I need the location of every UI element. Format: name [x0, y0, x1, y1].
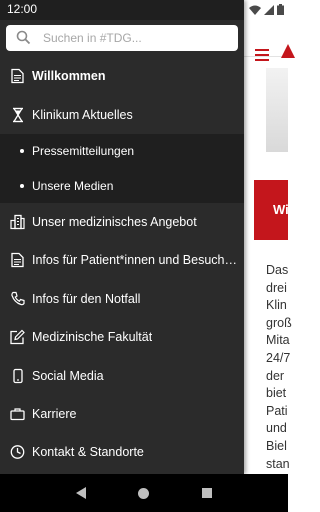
menu-item-klinikum-aktuelles[interactable]: Klinikum Aktuelles: [0, 95, 244, 133]
menu-item-label: Medizinische Fakultät: [32, 330, 153, 345]
menu-item-medizinische-fakultaet[interactable]: Medizinische Fakultät: [0, 318, 244, 356]
hero-image: [266, 68, 288, 152]
menu-item-willkommen[interactable]: Willkommen: [0, 57, 244, 95]
battery-icon: [277, 4, 284, 15]
building-icon: [10, 214, 25, 230]
submenu-item-pressemitteilungen[interactable]: Pressemitteilungen: [0, 133, 244, 169]
menu-item-label: Karriere: [32, 406, 77, 421]
menu-item-label: Unser medizinisches Angebot: [32, 214, 197, 229]
document-icon: [10, 253, 25, 268]
menu-item-label: Klinikum Aktuelles: [32, 107, 133, 122]
status-icons: [249, 4, 284, 15]
menu-item-label: Unsere Medien: [32, 178, 114, 193]
menu-item-kontakt-standorte[interactable]: Kontakt & Standorte: [0, 433, 244, 471]
menu-item-label: Pressemitteilungen: [32, 144, 135, 159]
logo-icon: [281, 44, 295, 58]
smartphone-icon: [10, 368, 25, 383]
back-icon[interactable]: [76, 487, 87, 499]
clock-icon: [10, 445, 25, 460]
edit-icon: [10, 329, 25, 345]
menu-item-infos-patienten[interactable]: Infos für Patient*innen und Besucher*inn…: [0, 241, 244, 279]
search-icon: [16, 30, 31, 45]
drawer-menu: Willkommen Klinikum Aktuelles Pressemitt…: [0, 57, 244, 472]
menu-item-karriere[interactable]: Karriere: [0, 395, 244, 433]
briefcase-icon: [10, 406, 25, 421]
search-placeholder: Suchen in #TDG...: [43, 31, 142, 45]
menu-item-label: Willkommen: [32, 69, 106, 84]
menu-item-medizinisches-angebot[interactable]: Unser medizinisches Angebot: [0, 203, 244, 241]
welcome-banner: Wi: [254, 180, 288, 240]
submenu-item-unsere-medien[interactable]: Unsere Medien: [0, 168, 244, 203]
home-icon[interactable]: [138, 487, 150, 499]
bullet-icon: [20, 183, 24, 188]
menu-item-label: Kontakt & Standorte: [32, 445, 144, 460]
menu-item-label: Social Media: [32, 368, 104, 383]
recent-apps-icon[interactable]: [201, 488, 212, 498]
menu-item-notfall[interactable]: Infos für den Notfall: [0, 280, 244, 318]
signal-icon: [264, 4, 274, 15]
menu-item-label: Infos für Patient*innen und Besucher*inn…: [32, 253, 240, 268]
status-bar: 12:00: [0, 0, 288, 20]
search-field[interactable]: Suchen in #TDG...: [6, 25, 238, 51]
hamburger-menu-icon[interactable]: [255, 49, 269, 61]
document-icon: [10, 69, 25, 84]
system-nav-bar: [0, 474, 288, 512]
menu-item-social-media[interactable]: Social Media: [0, 356, 244, 394]
navigation-drawer: Suchen in #TDG... Willkommen Klinikum Ak…: [0, 0, 244, 474]
phone-icon: [10, 291, 25, 306]
body-text: Das drei Klin groß Mita 24/7 der biet Pa…: [266, 263, 292, 471]
wifi-icon: [249, 5, 261, 15]
bullet-icon: [20, 149, 24, 154]
status-time: 12:00: [7, 2, 38, 16]
menu-item-label: Infos für den Notfall: [32, 291, 141, 306]
hourglass-icon: [10, 107, 25, 122]
